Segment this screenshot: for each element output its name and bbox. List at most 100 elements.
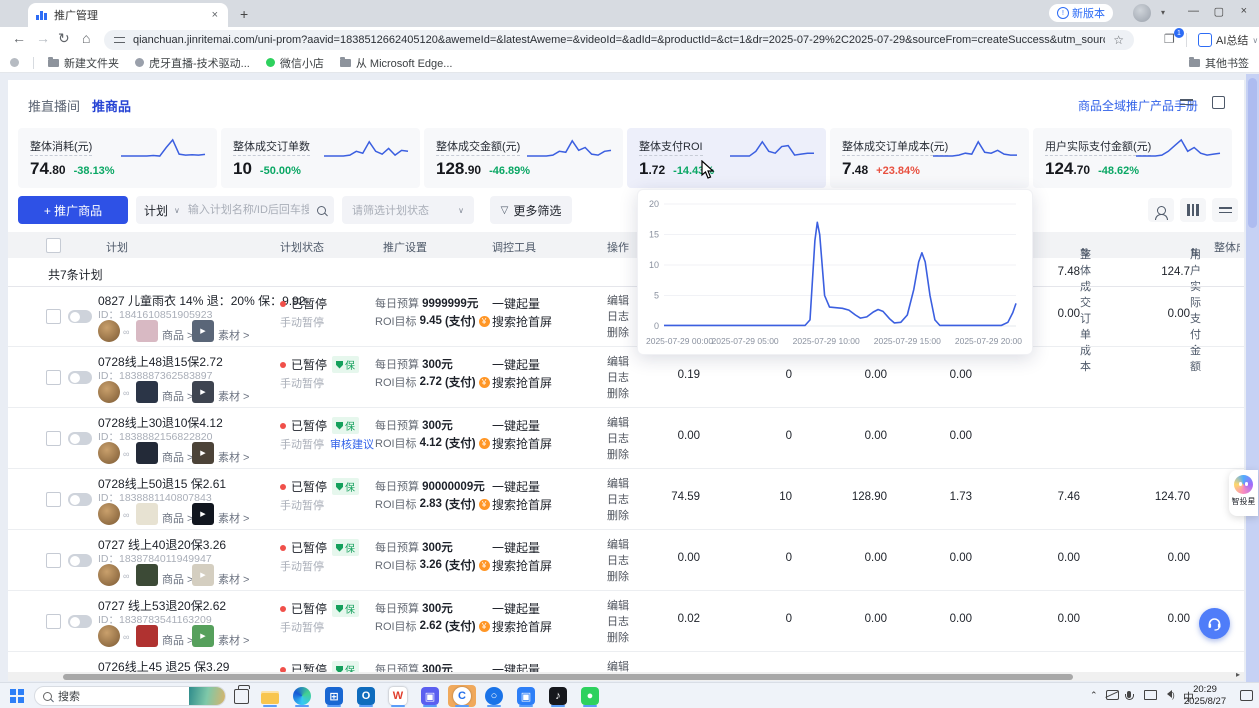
action-link[interactable]: 删除 — [607, 386, 629, 402]
col-plan[interactable]: 计划 — [106, 239, 128, 255]
window-minimize-button[interactable]: — — [1188, 5, 1199, 17]
chevron-down-icon[interactable]: ▾ — [1161, 8, 1165, 17]
bookmark-item[interactable]: 虎牙直播-技术驱动... — [135, 55, 250, 71]
action-link[interactable]: 日志 — [607, 492, 629, 508]
plan-enable-toggle[interactable] — [68, 615, 92, 628]
row-checkbox[interactable] — [46, 614, 61, 629]
col-actions[interactable]: 操作 — [607, 239, 629, 255]
taskbar-app-app-blue-dot[interactable]: ○ — [480, 685, 508, 707]
col-status[interactable]: 计划状态 — [280, 239, 324, 255]
action-link[interactable]: 编辑 — [607, 659, 629, 672]
product-link[interactable]: 商品 > — [162, 388, 193, 404]
other-bookmarks-button[interactable]: 其他书签 — [1189, 55, 1249, 71]
control-tools[interactable]: 一键起量搜索抢首屏 — [492, 356, 552, 392]
bookmark-star-icon[interactable]: ☆ — [1113, 33, 1124, 47]
product-thumbnail[interactable] — [136, 320, 158, 342]
touchpad-off-icon[interactable] — [1106, 690, 1119, 703]
taskbar-app-file-explorer[interactable] — [256, 685, 284, 707]
plan-title[interactable]: 0726线上45 退25 保3.29 — [98, 658, 229, 672]
payout-coin-icon[interactable]: ¥ — [479, 499, 490, 510]
display-icon[interactable] — [1144, 690, 1157, 703]
scroll-right-arrow[interactable]: ▸ — [1236, 670, 1240, 679]
taskbar-app-outlook[interactable]: O — [352, 685, 380, 707]
metric-card[interactable]: 整体消耗(元) 74.80 -38.13% — [18, 128, 217, 188]
bookmark-item[interactable]: 微信小店 — [266, 55, 324, 71]
product-link[interactable]: 商品 > — [162, 327, 193, 343]
table-settings-icon[interactable] — [1212, 198, 1238, 222]
payout-coin-icon[interactable]: ¥ — [479, 377, 490, 388]
action-link[interactable]: 日志 — [607, 370, 629, 386]
home-button[interactable]: ⌂ — [82, 30, 90, 46]
action-link[interactable]: 编辑 — [607, 293, 629, 309]
browser-profile-avatar[interactable] — [1133, 4, 1151, 22]
action-link[interactable]: 删除 — [607, 630, 629, 646]
product-link[interactable]: 商品 > — [162, 449, 193, 465]
taskbar-app-wps-office[interactable]: W — [384, 685, 412, 707]
payout-coin-icon[interactable]: ¥ — [479, 621, 490, 632]
chevron-up-icon[interactable]: ⌃ — [1090, 690, 1098, 701]
search-icon[interactable] — [317, 206, 326, 215]
row-actions[interactable]: 编辑日志删除 — [607, 598, 629, 646]
product-thumbnail[interactable] — [136, 442, 158, 464]
weather-widget-thumbnail[interactable] — [189, 686, 225, 706]
microphone-icon[interactable] — [1127, 690, 1131, 701]
control-tools[interactable]: 一键起量搜索抢首屏 — [492, 539, 552, 575]
action-link[interactable]: 编辑 — [607, 476, 629, 492]
review-suggestion-link[interactable]: 审核建议 — [330, 439, 374, 451]
action-link[interactable]: 删除 — [607, 325, 629, 341]
tab-live-room[interactable]: 推直播间 — [28, 96, 80, 115]
new-tab-button[interactable]: + — [240, 6, 248, 22]
product-thumbnail[interactable] — [136, 564, 158, 586]
action-link[interactable]: 日志 — [607, 614, 629, 630]
table-horizontal-scrollbar[interactable]: ▸ — [8, 672, 1244, 681]
metric-card[interactable]: 整体支付ROI 1.72 -14.43% — [627, 128, 826, 188]
row-actions[interactable]: 编辑日志删除 — [607, 415, 629, 463]
url-bar[interactable]: qianchuan.jinritemai.com/uni-prom?aavid=… — [104, 30, 1134, 50]
taskbar-app-browser-active[interactable]: C — [448, 685, 476, 707]
add-promotion-button[interactable]: + 推广商品 — [18, 196, 128, 224]
taskbar-app-app-indigo[interactable]: ▣ — [416, 685, 444, 707]
customer-service-button[interactable] — [1199, 608, 1230, 639]
row-actions[interactable]: 编辑日志删除 — [607, 354, 629, 402]
control-tools[interactable]: 一键起量搜索抢首屏 — [492, 600, 552, 636]
row-actions[interactable]: 编辑日志删除 — [607, 537, 629, 585]
action-link[interactable]: 日志 — [607, 553, 629, 569]
plan-enable-toggle[interactable] — [68, 432, 92, 445]
action-link[interactable]: 编辑 — [607, 598, 629, 614]
col-settings[interactable]: 推广设置 — [383, 239, 427, 255]
tab-close-icon[interactable]: × — [210, 9, 220, 21]
plan-search-input[interactable] — [186, 203, 311, 217]
plan-enable-toggle[interactable] — [68, 493, 92, 506]
control-tools[interactable]: 一键起量搜索抢首屏 — [492, 661, 552, 672]
page-scrollbar[interactable] — [1246, 74, 1259, 682]
windows-start-button[interactable] — [10, 689, 24, 703]
reload-button[interactable]: ↻ — [58, 30, 70, 47]
bookmark-item[interactable]: 新建文件夹 — [48, 55, 119, 71]
taskbar-app-microsoft-store[interactable]: ⊞ — [320, 685, 348, 707]
forward-button[interactable]: → — [36, 30, 50, 46]
col-clipped[interactable]: 整体成交 — [1214, 239, 1240, 255]
action-link[interactable]: 删除 — [607, 508, 629, 524]
material-link[interactable]: 素材 > — [218, 510, 249, 526]
window-close-button[interactable]: × — [1241, 5, 1247, 17]
payout-coin-icon[interactable]: ¥ — [479, 438, 490, 449]
taskbar-search[interactable]: 搜索 — [34, 686, 226, 706]
row-checkbox[interactable] — [46, 309, 61, 324]
action-link[interactable]: 删除 — [607, 447, 629, 463]
fullscreen-icon[interactable] — [1212, 96, 1225, 112]
action-link[interactable]: 编辑 — [607, 537, 629, 553]
metric-card[interactable]: 整体成交金额(元) 128.90 -46.89% — [424, 128, 623, 188]
browser-tab[interactable]: 推广管理 × — [28, 3, 228, 27]
task-view-icon[interactable] — [234, 689, 249, 704]
action-link[interactable]: 编辑 — [607, 354, 629, 370]
bookmark-site-icon[interactable] — [10, 58, 19, 67]
plan-enable-toggle[interactable] — [68, 371, 92, 384]
row-checkbox[interactable] — [46, 370, 61, 385]
control-tools[interactable]: 一键起量搜索抢首屏 — [492, 417, 552, 453]
metric-card[interactable]: 整体成交订单成本(元) 7.48 +23.84% — [830, 128, 1029, 188]
material-link[interactable]: 素材 > — [218, 571, 249, 587]
back-button[interactable]: ← — [12, 30, 26, 46]
more-filters-button[interactable]: ▽ 更多筛选 — [490, 196, 572, 224]
plan-status-select[interactable]: 请筛选计划状态 ∨ — [342, 196, 474, 224]
row-checkbox[interactable] — [46, 553, 61, 568]
